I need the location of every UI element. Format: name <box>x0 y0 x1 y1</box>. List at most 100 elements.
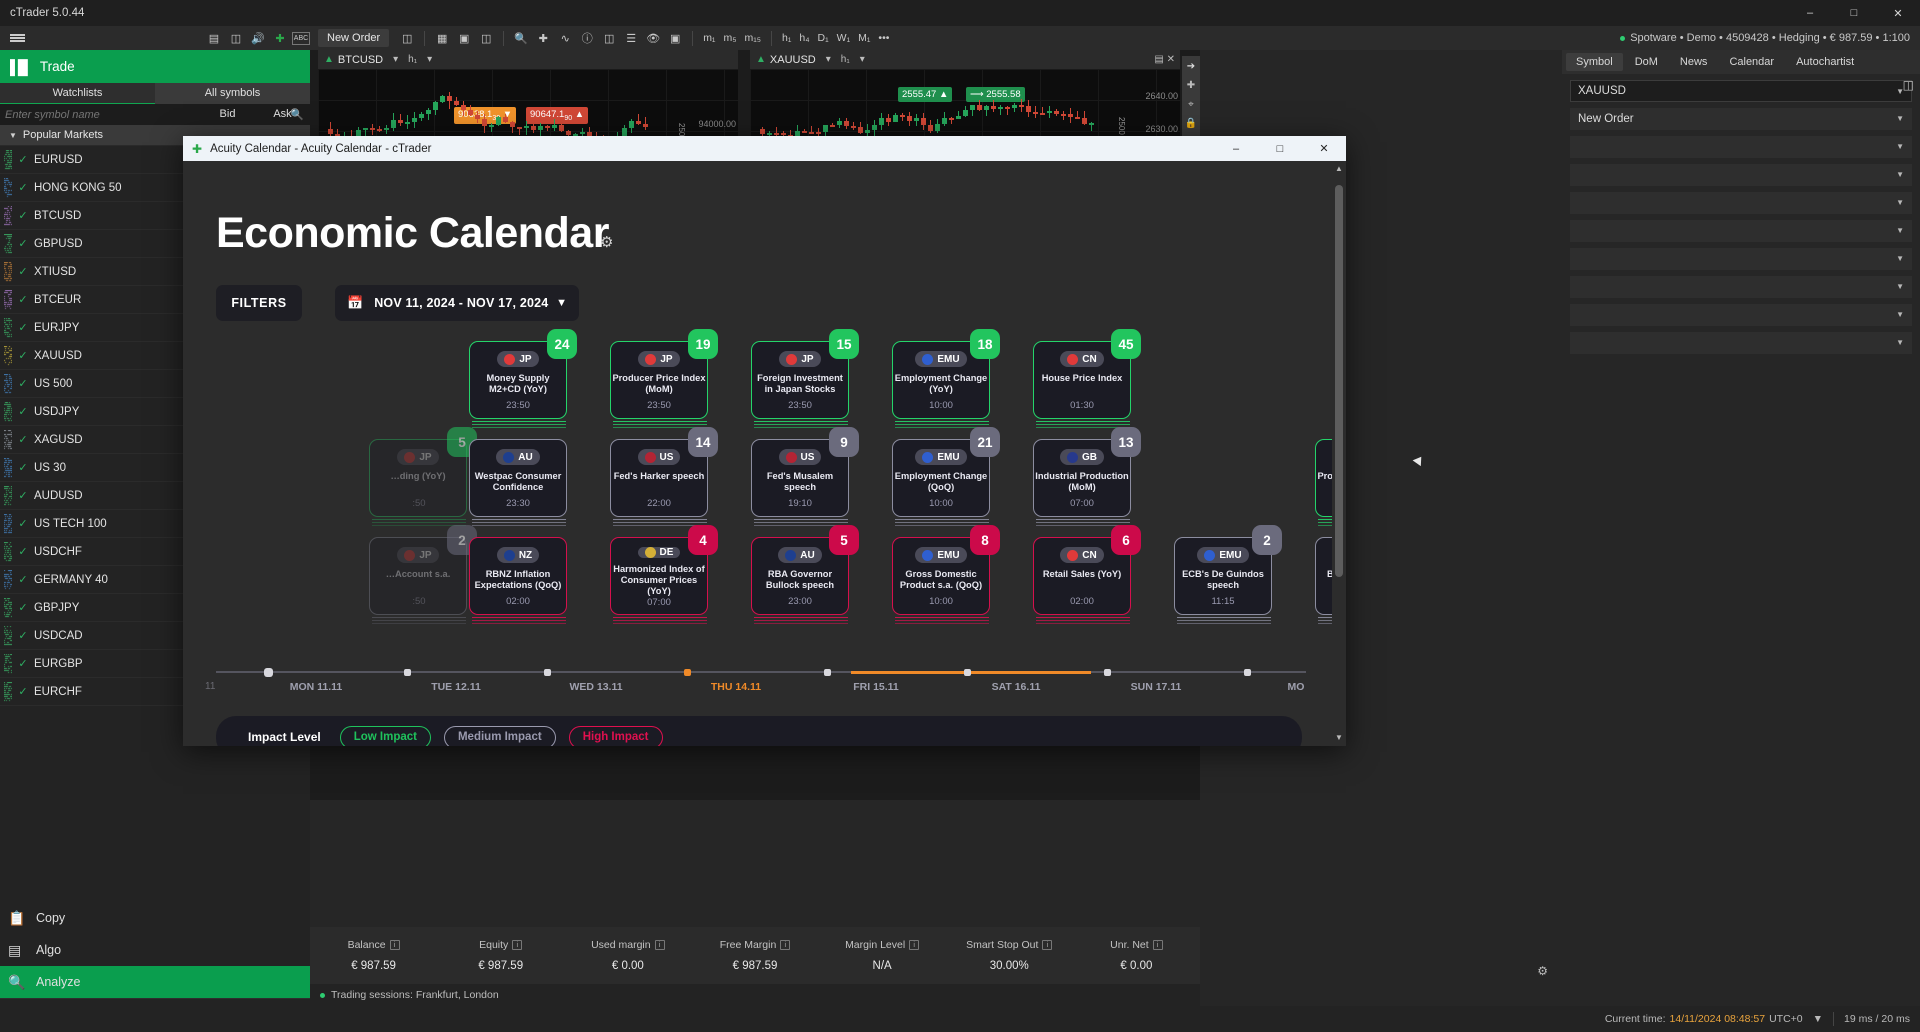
info-icon[interactable]: i <box>780 940 790 950</box>
event-count-badge[interactable]: 45 <box>1111 329 1141 359</box>
right-panel-section[interactable]: ▼ <box>1570 276 1912 298</box>
event-count-badge[interactable]: 18 <box>970 329 1000 359</box>
chip-high-impact[interactable]: High Impact <box>569 726 663 747</box>
sound-icon[interactable]: 🔊 <box>248 28 268 48</box>
snapshot-icon[interactable]: ▣ <box>665 28 685 48</box>
chip-low-impact[interactable]: Low Impact <box>340 726 431 747</box>
timeline-node[interactable] <box>964 669 971 676</box>
symbol-favorite-icon[interactable]: ✓ <box>12 209 34 222</box>
symbol-selector[interactable]: XAUUSD ▼ <box>1570 80 1912 102</box>
info-icon[interactable]: i <box>1153 940 1163 950</box>
info-icon[interactable]: ⓘ <box>577 28 597 48</box>
trade-header[interactable]: ▌█ Trade <box>0 50 310 83</box>
crosshair-icon[interactable]: ✚ <box>1182 72 1200 91</box>
symbol-favorite-icon[interactable]: ✓ <box>12 657 34 670</box>
right-panel-section[interactable]: ▼ <box>1570 164 1912 186</box>
menu-icon[interactable] <box>0 26 34 50</box>
timeline-day-label[interactable]: MO <box>1288 681 1305 693</box>
scrollbar-thumb[interactable] <box>1335 185 1343 577</box>
tab-calendar[interactable]: Calendar <box>1719 53 1784 71</box>
timeframe-m15[interactable]: m₁₅ <box>741 32 764 44</box>
symbol-favorite-icon[interactable]: ✓ <box>12 433 34 446</box>
symbol-favorite-icon[interactable]: ✓ <box>12 181 34 194</box>
right-panel-section[interactable]: ▼ <box>1570 332 1912 354</box>
timeline-day-label[interactable]: TUE 12.11 <box>431 681 481 693</box>
expand-icon[interactable]: ◫ <box>1903 78 1914 92</box>
zoom-icon[interactable]: 🔍 <box>511 28 531 48</box>
event-count-badge[interactable]: 24 <box>547 329 577 359</box>
timeline-day-label[interactable]: THU 14.11 <box>711 681 761 693</box>
event-count-badge[interactable]: 5 <box>829 525 859 555</box>
timeline-node[interactable] <box>824 669 831 676</box>
account-summary[interactable]: Spotware • Demo • 4509428 • Hedging • € … <box>1620 32 1910 44</box>
modal-maximize-icon[interactable]: □ <box>1258 136 1302 161</box>
chevron-down-icon[interactable]: ▾ <box>860 54 865 65</box>
symbol-favorite-icon[interactable]: ✓ <box>12 461 34 474</box>
maximize-icon[interactable]: □ <box>1832 0 1876 26</box>
date-range-selector[interactable]: 📅 NOV 11, 2024 - NOV 17, 2024 ▼ <box>335 285 579 321</box>
minimize-icon[interactable]: – <box>1788 0 1832 26</box>
calendar-settings-gear-icon[interactable]: ⚙ <box>600 233 613 251</box>
symbol-favorite-icon[interactable]: ✓ <box>12 321 34 334</box>
symbol-favorite-icon[interactable]: ✓ <box>12 685 34 698</box>
event-count-badge[interactable]: 15 <box>829 329 859 359</box>
eye-icon[interactable]: 👁 <box>643 28 663 48</box>
chevron-down-icon[interactable]: ▼ <box>1813 1013 1823 1025</box>
split-layout-icon[interactable]: ▣ <box>454 28 474 48</box>
chevron-down-icon[interactable]: ▾ <box>393 54 398 65</box>
right-panel-section[interactable]: ▼ <box>1570 248 1912 270</box>
crosshair-tool-icon[interactable]: ✚ <box>533 28 553 48</box>
timeline-node[interactable] <box>544 669 551 676</box>
timeline-day-label[interactable]: SAT 16.11 <box>992 681 1041 693</box>
event-count-badge[interactable]: 13 <box>1111 427 1141 457</box>
timeline-node[interactable] <box>404 669 411 676</box>
symbol-favorite-icon[interactable]: ✓ <box>12 405 34 418</box>
close-icon[interactable]: ✕ <box>1876 0 1920 26</box>
event-card[interactable]: AU Westpac Consumer Confidence 23:30 <box>469 439 567 517</box>
timeframe-m5[interactable]: m₅ <box>720 32 739 44</box>
sidebar-item-analyze[interactable]: 🔍 Analyze <box>0 966 310 998</box>
sidebar-item-algo[interactable]: ▤ Algo <box>0 934 310 966</box>
chip-medium-impact[interactable]: Medium Impact <box>444 726 556 747</box>
right-panel-section[interactable]: ▼ <box>1570 304 1912 326</box>
indicator-icon[interactable]: ∿ <box>555 28 575 48</box>
symbol-favorite-icon[interactable]: ✓ <box>12 153 34 166</box>
timeline-node[interactable] <box>1104 669 1111 676</box>
info-icon[interactable]: i <box>909 940 919 950</box>
timeline-node[interactable] <box>684 669 691 676</box>
info-icon[interactable]: i <box>655 940 665 950</box>
right-panel-section[interactable]: New Order ▼ <box>1570 108 1912 130</box>
symbol-favorite-icon[interactable]: ✓ <box>12 349 34 362</box>
tab-symbol[interactable]: Symbol <box>1566 53 1623 71</box>
panel-icon[interactable]: ◫ <box>226 28 246 48</box>
timeline-node[interactable] <box>264 668 273 677</box>
right-panel-section[interactable]: ▼ <box>1570 136 1912 158</box>
pointer-icon[interactable]: ➔ <box>1182 56 1200 72</box>
chart-window-icon[interactable]: ◫ <box>397 28 417 48</box>
symbol-favorite-icon[interactable]: ✓ <box>12 573 34 586</box>
timeline-day-label[interactable]: WED 13.11 <box>569 681 622 693</box>
new-order-button[interactable]: New Order <box>318 29 389 47</box>
modal-close-icon[interactable]: ✕ <box>1302 136 1346 161</box>
timeline-node[interactable] <box>1244 669 1251 676</box>
timeframe-h1[interactable]: h₁ <box>779 32 794 44</box>
scroll-up-icon[interactable]: ▲ <box>1332 161 1346 177</box>
event-count-badge[interactable]: 19 <box>688 329 718 359</box>
symbol-favorite-icon[interactable]: ✓ <box>12 629 34 642</box>
timeframe-w1[interactable]: W₁ <box>834 32 853 44</box>
tab-news[interactable]: News <box>1670 53 1718 71</box>
right-panel-section[interactable]: ▼ <box>1570 220 1912 242</box>
timeframe-mn1[interactable]: M₁ <box>855 32 873 44</box>
calendar-scrollbar[interactable]: ▲ ▼ <box>1332 161 1346 746</box>
toolbar-overflow-icon[interactable]: ••• <box>875 32 892 44</box>
chevron-down-icon[interactable]: ▾ <box>826 54 831 65</box>
timeframe-m1[interactable]: m₁ <box>700 32 718 44</box>
magnet-icon[interactable]: ⌖ <box>1182 91 1200 110</box>
event-count-badge[interactable]: 8 <box>970 525 1000 555</box>
tab-autochartist[interactable]: Autochartist <box>1786 53 1864 71</box>
filters-button[interactable]: FILTERS <box>216 285 302 321</box>
account-settings-icon[interactable]: ⚙ <box>1537 964 1548 978</box>
chart-symbol-btcusd[interactable]: BTCUSD <box>338 54 383 66</box>
sidebar-item-copy[interactable]: 📋 Copy <box>0 902 310 934</box>
chart-timeframe-btcusd[interactable]: h₁ <box>408 54 417 65</box>
